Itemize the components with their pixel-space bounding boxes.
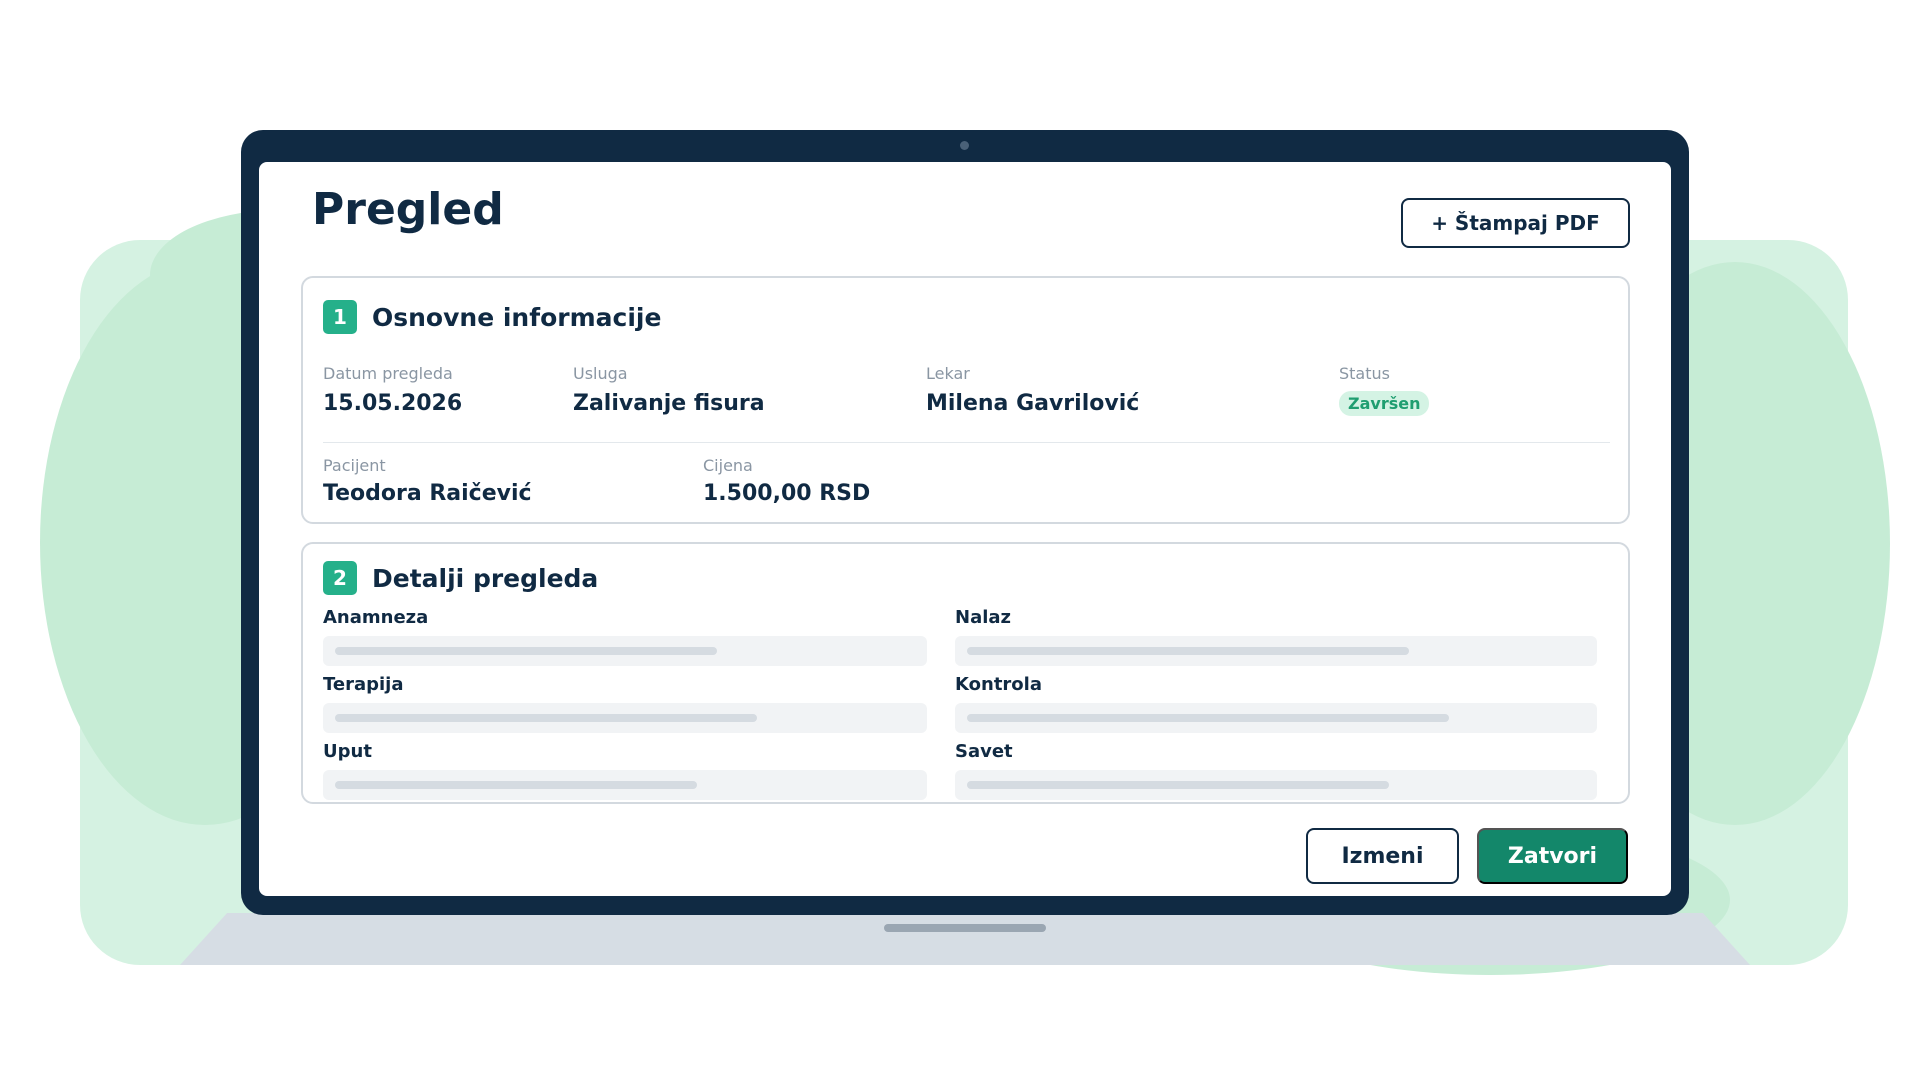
- placeholder-line: [967, 781, 1389, 789]
- detail-text-box: [323, 770, 927, 800]
- placeholder-line: [335, 714, 757, 722]
- field-exam-date: Datum pregleda 15.05.2026: [323, 364, 462, 416]
- detail-text-box: [955, 636, 1597, 666]
- detail-text-box: [955, 703, 1597, 733]
- field-value: 1.500,00 RSD: [703, 481, 871, 506]
- exam-details-header: 2 Detalji pregleda: [323, 561, 598, 595]
- detail-label: Anamneza: [323, 607, 429, 628]
- divider: [323, 442, 1610, 443]
- detail-label: Uput: [323, 741, 372, 762]
- detail-control: Kontrola: [955, 674, 1597, 733]
- detail-label: Terapija: [323, 674, 404, 695]
- detail-text-box: [323, 703, 927, 733]
- detail-anamnesis: Anamneza: [323, 607, 927, 666]
- detail-therapy: Terapija: [323, 674, 927, 733]
- print-pdf-button[interactable]: + Štampaj PDF: [1401, 198, 1630, 248]
- basic-info-card: 1 Osnovne informacije Datum pregleda 15.…: [301, 276, 1630, 524]
- field-doctor: Lekar Milena Gavrilović: [926, 364, 1139, 416]
- placeholder-line: [967, 714, 1449, 722]
- field-service: Usluga Zalivanje fisura: [573, 364, 765, 416]
- field-label: Usluga: [573, 364, 628, 383]
- laptop-base: [180, 913, 1750, 965]
- field-label: Datum pregleda: [323, 364, 453, 383]
- field-value: 15.05.2026: [323, 391, 463, 416]
- basic-info-header: 1 Osnovne informacije: [323, 300, 661, 334]
- page-title: Pregled: [312, 184, 504, 235]
- field-label: Status: [1339, 364, 1390, 383]
- detail-label: Savet: [955, 741, 1013, 762]
- field-patient: Pacijent Teodora Raičević: [323, 456, 532, 506]
- laptop-trackpad-notch: [884, 924, 1046, 932]
- card-title: Detalji pregleda: [372, 563, 599, 593]
- laptop-frame: Pregled + Štampaj PDF 1 Osnovne informac…: [241, 130, 1689, 915]
- field-value: Milena Gavrilović: [926, 391, 1140, 416]
- field-status: Status Završen: [1339, 364, 1430, 416]
- edit-button[interactable]: Izmeni: [1306, 828, 1459, 884]
- detail-text-box: [323, 636, 927, 666]
- placeholder-line: [967, 647, 1409, 655]
- close-button[interactable]: Zatvori: [1477, 828, 1628, 884]
- screen: Pregled + Štampaj PDF 1 Osnovne informac…: [259, 162, 1671, 896]
- detail-advice: Savet: [955, 741, 1597, 800]
- field-label: Cijena: [703, 456, 753, 475]
- detail-findings: Nalaz: [955, 607, 1597, 666]
- placeholder-line: [335, 781, 697, 789]
- step-badge: 1: [323, 300, 357, 334]
- field-value: Teodora Raičević: [323, 481, 532, 506]
- placeholder-line: [335, 647, 717, 655]
- step-badge: 2: [323, 561, 357, 595]
- field-price: Cijena 1.500,00 RSD: [703, 456, 870, 506]
- field-label: Pacijent: [323, 456, 386, 475]
- detail-label: Nalaz: [955, 607, 1012, 628]
- camera-icon: [960, 141, 969, 150]
- detail-referral: Uput: [323, 741, 927, 800]
- detail-label: Kontrola: [955, 674, 1042, 695]
- card-title: Osnovne informacije: [372, 302, 662, 332]
- field-value: Zalivanje fisura: [573, 391, 765, 416]
- field-label: Lekar: [926, 364, 970, 383]
- status-badge: Završen: [1339, 391, 1430, 416]
- detail-text-box: [955, 770, 1597, 800]
- exam-details-card: 2 Detalji pregleda Anamneza Nalaz Terapi…: [301, 542, 1630, 804]
